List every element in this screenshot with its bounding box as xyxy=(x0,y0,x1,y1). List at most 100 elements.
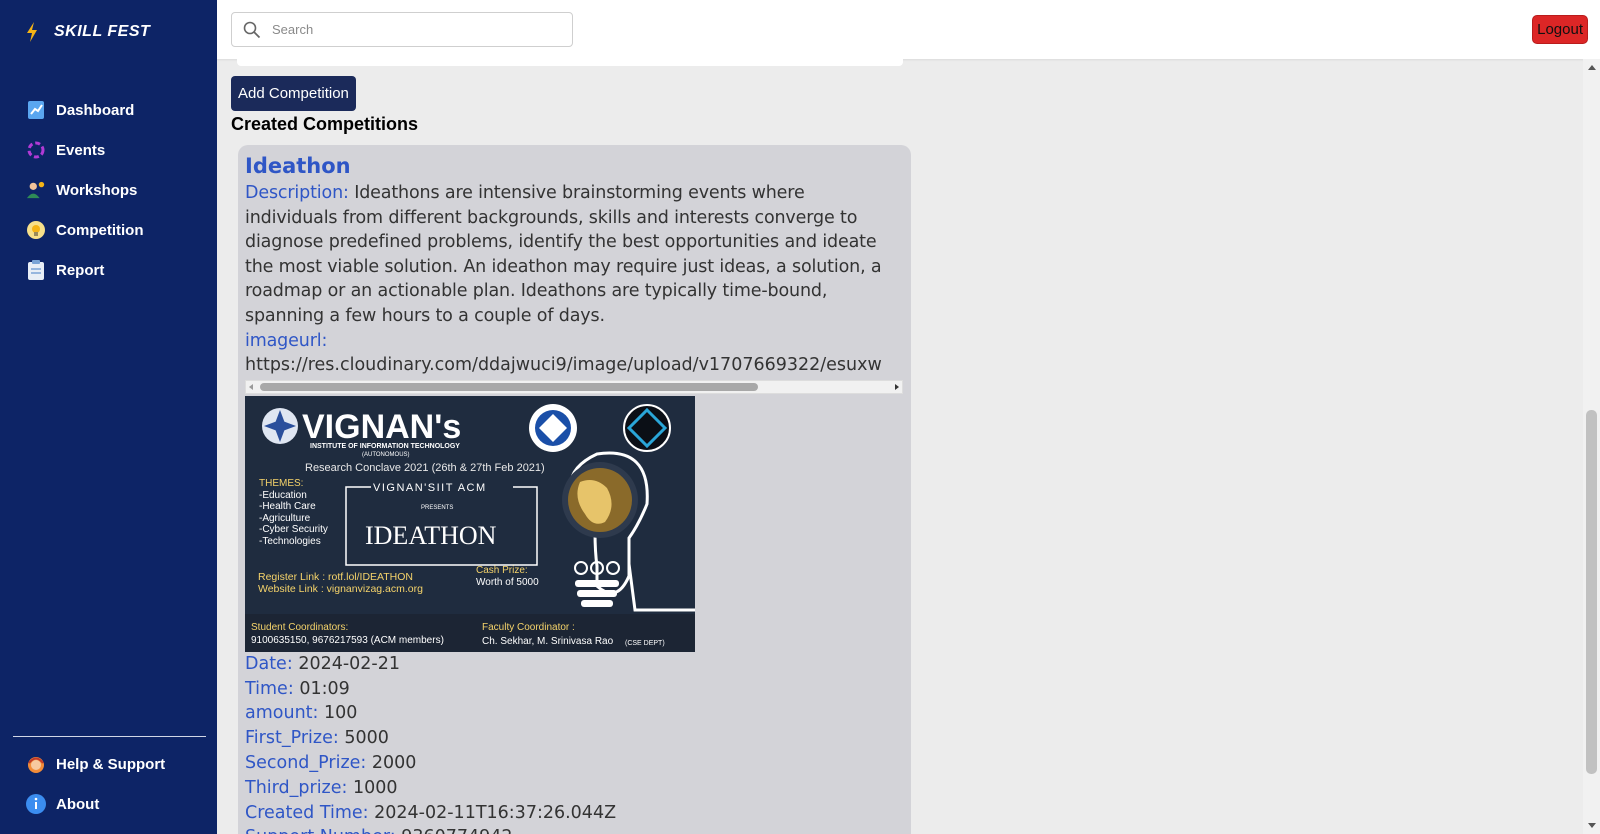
poster-website: Website Link : vignanvizag.acm.org xyxy=(258,583,423,595)
search-icon xyxy=(242,20,262,40)
sidebar-item-label: About xyxy=(56,795,100,813)
poster-theme: -Health Care xyxy=(259,501,316,512)
field-value: 2024-02-11T16:37:26.044Z xyxy=(374,802,617,823)
poster-student-value: 9100635150, 9676217593 (ACM members) xyxy=(251,635,444,646)
poster-theme: -Agriculture xyxy=(259,513,311,524)
horizontal-scrollbar[interactable] xyxy=(245,379,903,394)
clipboard-icon xyxy=(26,260,46,280)
add-competition-button[interactable]: Add Competition xyxy=(231,76,356,111)
field-key: Time: xyxy=(245,678,294,699)
poster-event-name: IDEATHON xyxy=(365,521,497,550)
scroll-left-icon[interactable] xyxy=(249,383,253,390)
field-key: amount: xyxy=(245,703,319,724)
field-row-created-time: Created Time: 2024-02-11T16:37:26.044Z xyxy=(245,801,904,826)
sidebar-item-label: Report xyxy=(56,261,105,279)
competition-poster: VIGNAN's INSTITUTE OF INFORMATION TECHNO… xyxy=(245,395,695,652)
imageurl-label: imageurl: xyxy=(245,330,328,351)
field-row-third-prize: Third_prize: 1000 xyxy=(245,776,904,801)
sidebar-bottom-nav: Help & Support About xyxy=(0,744,217,824)
competition-description: Description: Ideathons are intensive bra… xyxy=(245,181,900,329)
poster-theme: -Cyber Security xyxy=(259,524,328,535)
scroll-right-icon[interactable] xyxy=(895,383,899,390)
lightning-icon xyxy=(22,22,42,42)
field-row-time: Time: 01:09 xyxy=(245,677,904,702)
scroll-down-icon[interactable] xyxy=(1588,823,1596,828)
section-title: Created Competitions xyxy=(231,114,419,134)
topbar: Logout xyxy=(217,0,1600,59)
main-content: Add Competition Created Competitions Ide… xyxy=(217,59,1583,834)
field-key: Support Number: xyxy=(245,827,396,834)
workshop-icon xyxy=(26,180,46,200)
competition-card: Ideathon Description: Ideathons are inte… xyxy=(238,145,911,834)
poster-institute-sub: INSTITUTE OF INFORMATION TECHNOLOGY xyxy=(310,443,460,450)
field-row-support-number: Support Number: 9360774942 xyxy=(245,825,904,834)
sidebar-item-help-support[interactable]: Help & Support xyxy=(0,744,217,784)
poster-faculty-value: Ch. Sekhar, M. Srinivasa Rao xyxy=(482,636,614,647)
sidebar-item-events[interactable]: Events xyxy=(0,130,217,170)
poster-conclave: Research Conclave 2021 (26th & 27th Feb … xyxy=(305,462,545,474)
sidebar-item-label: Events xyxy=(56,141,106,159)
poster-autonomous: (AUTONOMOUS) xyxy=(362,452,410,458)
field-value: 01:09 xyxy=(299,678,350,699)
events-icon xyxy=(26,140,46,160)
sidebar-item-workshops[interactable]: Workshops xyxy=(0,170,217,210)
brand[interactable]: SKILL FEST xyxy=(22,22,150,42)
search-box[interactable] xyxy=(231,12,573,47)
sidebar-item-label: Competition xyxy=(56,221,144,239)
field-key: First_Prize: xyxy=(245,728,339,749)
competition-title: Ideathon xyxy=(245,154,351,178)
poster-faculty-dept: (CSE DEPT) xyxy=(625,640,665,647)
sidebar-divider xyxy=(13,736,206,737)
page-scrollbar-thumb[interactable] xyxy=(1586,410,1597,774)
sidebar: SKILL FEST Dashboard Events Workshops Co… xyxy=(0,0,217,834)
search-input[interactable] xyxy=(272,22,562,37)
field-value: 2000 xyxy=(371,752,417,773)
sidebar-item-about[interactable]: About xyxy=(0,784,217,824)
poster-themes-title: THEMES: xyxy=(259,478,303,489)
support-agent-icon xyxy=(26,754,46,774)
poster-presents: PRESENTS xyxy=(421,505,453,511)
chart-icon xyxy=(26,100,46,120)
sidebar-item-competition[interactable]: Competition xyxy=(0,210,217,250)
field-row-date: Date: 2024-02-21 xyxy=(245,652,904,677)
scroll-up-icon[interactable] xyxy=(1588,65,1596,70)
field-value: 5000 xyxy=(344,728,389,749)
field-value: 1000 xyxy=(352,777,398,798)
logout-button[interactable]: Logout xyxy=(1532,15,1588,44)
lightbulb-icon xyxy=(26,220,46,240)
sidebar-item-dashboard[interactable]: Dashboard xyxy=(0,90,217,130)
sidebar-item-label: Dashboard xyxy=(56,101,135,119)
poster-register: Register Link : rotf.lol/IDEATHON xyxy=(258,571,413,583)
poster-theme: -Technologies xyxy=(259,536,321,547)
page-scrollbar[interactable] xyxy=(1583,59,1600,834)
field-key: Third_prize: xyxy=(245,777,348,798)
brand-name: SKILL FEST xyxy=(54,23,151,40)
description-label: Description: xyxy=(245,183,349,203)
scrollbar-thumb[interactable] xyxy=(260,382,758,391)
poster-theme: -Education xyxy=(259,490,307,501)
info-icon xyxy=(26,794,46,814)
field-value: 100 xyxy=(324,703,358,724)
imageurl-value: https://res.cloudinary.com/ddajwuci9/ima… xyxy=(245,355,882,376)
poster-institute: VIGNAN's xyxy=(302,408,461,446)
field-key: Created Time: xyxy=(245,802,369,823)
field-row-first-prize: First_Prize: 5000 xyxy=(245,726,904,751)
sidebar-item-label: Workshops xyxy=(56,181,138,199)
poster-student-title: Student Coordinators: xyxy=(251,622,348,633)
sidebar-item-report[interactable]: Report xyxy=(0,250,217,290)
field-row-second-prize: Second_Prize: 2000 xyxy=(245,751,904,776)
description-text: Ideathons are intensive brainstorming ev… xyxy=(245,183,882,326)
field-value: 2024-02-21 xyxy=(298,653,401,674)
previous-form-edge xyxy=(237,59,903,66)
field-row-amount: amount: 100 xyxy=(245,701,904,726)
poster-cash-value: Worth of 5000 xyxy=(476,577,539,588)
field-value: 9360774942 xyxy=(401,827,512,834)
competition-fields: Date: 2024-02-21 Time: 01:09 amount: 100… xyxy=(245,652,904,834)
sidebar-nav: Dashboard Events Workshops Competition R… xyxy=(0,90,217,290)
sidebar-item-label: Help & Support xyxy=(56,755,166,773)
poster-faculty-title: Faculty Coordinator : xyxy=(482,622,575,633)
poster-org: VIGNAN'SIIT ACM xyxy=(373,482,487,494)
field-key: Second_Prize: xyxy=(245,752,367,773)
poster-cash-title: Cash Prize: xyxy=(476,565,528,576)
field-key: Date: xyxy=(245,653,293,674)
